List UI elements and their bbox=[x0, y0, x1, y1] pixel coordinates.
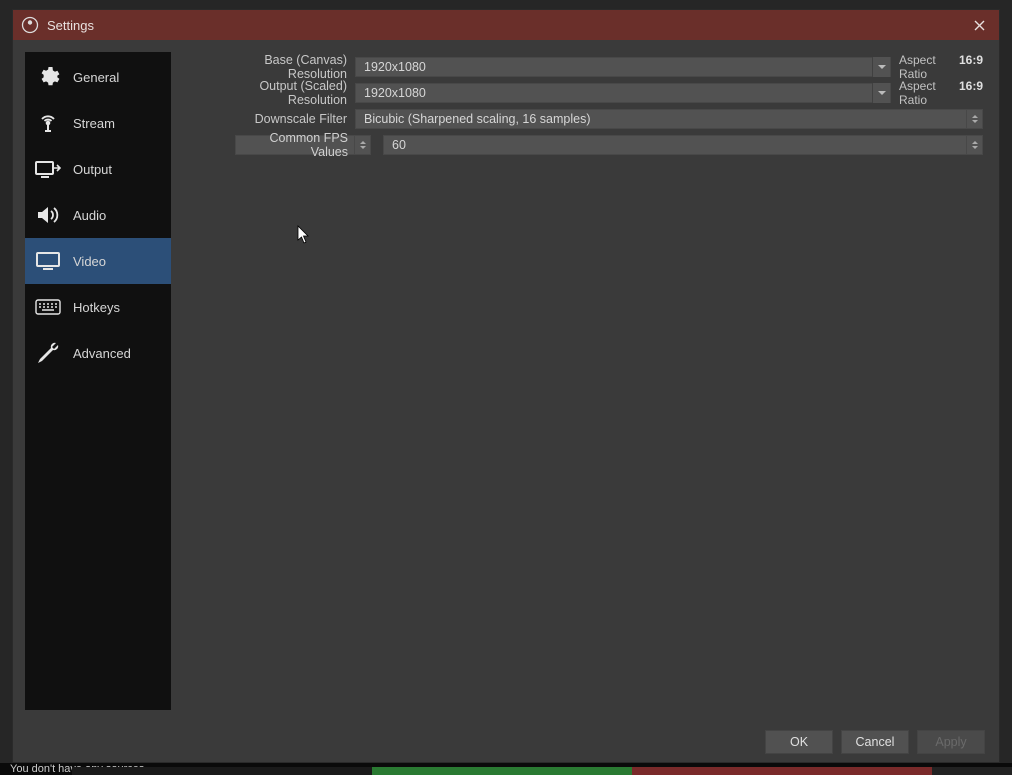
aspect-ratio-label: Aspect Ratio 16:9 bbox=[891, 79, 983, 107]
close-button[interactable] bbox=[965, 14, 993, 36]
antenna-icon bbox=[33, 111, 63, 135]
dropdown-value: 60 bbox=[392, 138, 966, 152]
sidebar-item-audio[interactable]: Audio bbox=[25, 192, 171, 238]
sidebar: General Stream Output Audio bbox=[25, 52, 171, 710]
dropdown-value: 1920x1080 bbox=[364, 60, 872, 74]
base-resolution-dropdown[interactable]: 1920x1080 bbox=[355, 57, 891, 77]
sidebar-item-label: Hotkeys bbox=[73, 300, 120, 315]
field-label: Output (Scaled) Resolution bbox=[205, 79, 355, 107]
row-base-resolution: Base (Canvas) Resolution 1920x1080 Aspec… bbox=[205, 54, 983, 80]
main-panel: Base (Canvas) Resolution 1920x1080 Aspec… bbox=[171, 40, 999, 722]
sidebar-item-general[interactable]: General bbox=[25, 54, 171, 100]
sidebar-item-label: Output bbox=[73, 162, 112, 177]
monitor-icon bbox=[33, 251, 63, 271]
speaker-icon bbox=[33, 204, 63, 226]
field-label: Base (Canvas) Resolution bbox=[205, 53, 355, 81]
ok-button[interactable]: OK bbox=[765, 730, 833, 754]
row-downscale-filter: Downscale Filter Bicubic (Sharpened scal… bbox=[205, 106, 983, 132]
apply-button: Apply bbox=[917, 730, 985, 754]
chevron-down-icon bbox=[872, 83, 890, 103]
close-icon bbox=[974, 20, 985, 31]
output-resolution-dropdown[interactable]: 1920x1080 bbox=[355, 83, 891, 103]
row-output-resolution: Output (Scaled) Resolution 1920x1080 Asp… bbox=[205, 80, 983, 106]
app-logo-icon bbox=[21, 16, 39, 34]
fps-type-selector[interactable]: Common FPS Values bbox=[235, 135, 355, 155]
sidebar-item-stream[interactable]: Stream bbox=[25, 100, 171, 146]
sidebar-item-label: Stream bbox=[73, 116, 115, 131]
output-icon bbox=[33, 159, 63, 179]
settings-window: Settings General Stream bbox=[12, 9, 1000, 763]
gear-icon bbox=[33, 65, 63, 89]
sidebar-item-hotkeys[interactable]: Hotkeys bbox=[25, 284, 171, 330]
window-title: Settings bbox=[47, 18, 965, 33]
sidebar-item-label: Advanced bbox=[73, 346, 131, 361]
titlebar: Settings bbox=[13, 10, 999, 40]
footer: OK Cancel Apply bbox=[13, 722, 999, 762]
tools-icon bbox=[33, 341, 63, 365]
sidebar-item-label: Video bbox=[73, 254, 106, 269]
background-colors bbox=[72, 767, 1012, 775]
dropdown-value: Bicubic (Sharpened scaling, 16 samples) bbox=[364, 112, 966, 126]
aspect-ratio-label: Aspect Ratio 16:9 bbox=[891, 53, 983, 81]
sidebar-item-advanced[interactable]: Advanced bbox=[25, 330, 171, 376]
sidebar-item-label: Audio bbox=[73, 208, 106, 223]
sidebar-item-video[interactable]: Video bbox=[25, 238, 171, 284]
sidebar-item-label: General bbox=[73, 70, 119, 85]
spinner-icon[interactable] bbox=[355, 135, 371, 155]
spinner-icon[interactable] bbox=[967, 135, 983, 155]
keyboard-icon bbox=[33, 298, 63, 316]
fps-value-dropdown[interactable]: 60 bbox=[383, 135, 967, 155]
field-label: Downscale Filter bbox=[205, 112, 355, 126]
spinner-icon[interactable] bbox=[967, 109, 983, 129]
sidebar-item-output[interactable]: Output bbox=[25, 146, 171, 192]
chevron-down-icon bbox=[872, 57, 890, 77]
downscale-filter-dropdown[interactable]: Bicubic (Sharpened scaling, 16 samples) bbox=[355, 109, 967, 129]
row-fps: Common FPS Values 60 bbox=[205, 132, 983, 158]
cancel-button[interactable]: Cancel bbox=[841, 730, 909, 754]
dropdown-value: 1920x1080 bbox=[364, 86, 872, 100]
